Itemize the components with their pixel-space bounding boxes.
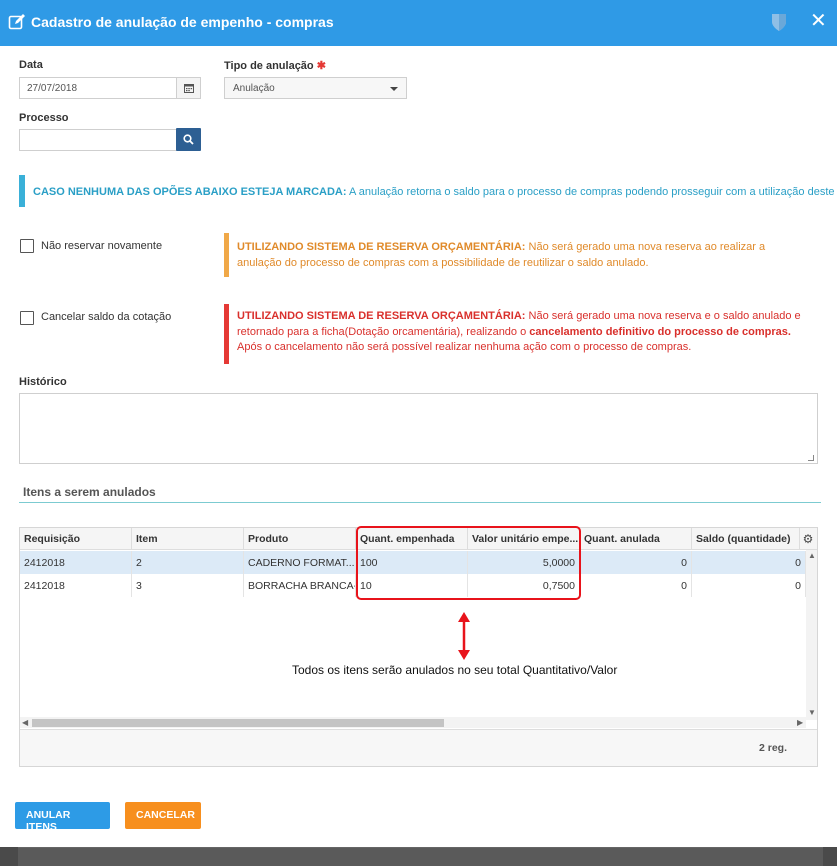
type-select-value: Anulação [233, 83, 275, 94]
scroll-left-icon[interactable]: ◀ [22, 718, 28, 727]
horizontal-scrollbar[interactable]: ◀ ▶ [20, 717, 806, 728]
process-label: Processo [19, 112, 69, 124]
cell-quant-anulada: 0 [580, 574, 692, 597]
cell-saldo: 0 [692, 574, 806, 597]
warning-text-orange-bold: UTILIZANDO SISTEMA DE RESERVA ORÇAMENTÁR… [237, 241, 526, 253]
gear-icon[interactable]: ⚙ [800, 531, 816, 547]
date-input[interactable]: 27/07/2018 [19, 77, 177, 99]
calendar-icon [184, 84, 194, 93]
highlight-box [356, 526, 581, 600]
warning-bar-orange [224, 233, 229, 277]
cancel-balance-checkbox[interactable] [20, 311, 34, 325]
scroll-right-icon[interactable]: ▶ [797, 718, 803, 727]
search-button[interactable] [176, 128, 201, 151]
scroll-up-icon[interactable]: ▲ [808, 551, 816, 560]
warning-text-orange: UTILIZANDO SISTEMA DE RESERVA ORÇAMENTÁR… [237, 239, 812, 271]
dialog-title: Cadastro de anulação de empenho - compra… [31, 14, 334, 30]
confirm-button[interactable]: ANULAR ITENS [15, 802, 110, 833]
column-header-requisicao[interactable]: Requisição [20, 528, 132, 550]
type-select[interactable]: Anulação [224, 77, 407, 99]
column-header-quant-anulada[interactable]: Quant. anulada [580, 528, 692, 550]
dialog: Cadastro de anulação de empenho - compra… [0, 0, 837, 847]
warning-text-red-bold: UTILIZANDO SISTEMA DE RESERVA ORÇAMENTÁR… [237, 310, 526, 322]
history-label: Histórico [19, 376, 67, 388]
cell-requisicao: 2412018 [20, 574, 132, 597]
info-text-body: A anulação retorna o saldo para o proces… [346, 186, 837, 198]
edit-icon [8, 14, 25, 30]
cancel-balance-label[interactable]: Cancelar saldo da cotação [41, 311, 171, 323]
annotation-note: Todos os itens serão anulados no seu tot… [292, 663, 618, 677]
cell-produto: CADERNO FORMAT... [244, 551, 356, 574]
calendar-button[interactable] [176, 77, 201, 99]
cell-quant-anulada: 0 [580, 551, 692, 574]
shield-icon[interactable] [770, 12, 788, 32]
no-reserve-label[interactable]: Não reservar novamente [41, 240, 162, 252]
warning-bar-red [224, 304, 229, 364]
warning-text-red: UTILIZANDO SISTEMA DE RESERVA ORÇAMENTÁR… [237, 309, 812, 356]
info-text-bold: CASO NENHUMA DAS OPÕES ABAIXO ESTEJA MAR… [33, 186, 347, 198]
required-mark: ✱ [316, 60, 326, 72]
vertical-scrollbar[interactable]: ▲ ▼ [806, 550, 817, 720]
cell-requisicao: 2412018 [20, 551, 132, 574]
close-icon[interactable]: ✕ [810, 10, 827, 32]
dialog-header: Cadastro de anulação de empenho - compra… [0, 0, 837, 46]
process-input[interactable] [19, 129, 177, 151]
cell-produto: BORRACHA BRANCA- [244, 574, 356, 597]
date-label: Data [19, 59, 43, 71]
double-arrow-icon [458, 612, 470, 660]
no-reserve-checkbox[interactable] [20, 239, 34, 253]
resize-handle-icon[interactable] [808, 455, 814, 461]
record-count: 2 reg. [758, 742, 787, 754]
cell-item: 3 [132, 574, 244, 597]
chevron-down-icon [390, 87, 398, 91]
info-text: CASO NENHUMA DAS OPÕES ABAIXO ESTEJA MAR… [33, 186, 837, 198]
cell-saldo: 0 [692, 551, 806, 574]
type-label-text: Tipo de anulação [224, 60, 314, 72]
search-icon [183, 134, 194, 145]
warning-text-red-body-c: Após o cancelamento não será possível re… [237, 341, 692, 353]
items-section-title: Itens a serem anulados [23, 485, 156, 499]
section-divider [19, 502, 821, 503]
cancel-button[interactable]: CANCELAR [125, 802, 201, 829]
background-window [18, 847, 823, 866]
cell-item: 2 [132, 551, 244, 574]
scroll-thumb[interactable] [32, 719, 444, 727]
type-label: Tipo de anulação ✱ [224, 59, 326, 72]
column-header-produto[interactable]: Produto [244, 528, 356, 550]
column-header-item[interactable]: Item [132, 528, 244, 550]
column-header-saldo[interactable]: Saldo (quantidade) [692, 528, 800, 550]
warning-text-red-bold-b: cancelamento definitivo do processo de c… [529, 325, 791, 338]
history-textarea[interactable] [19, 393, 818, 464]
scroll-down-icon[interactable]: ▼ [808, 708, 816, 717]
grid-footer: 2 reg. [20, 729, 817, 766]
